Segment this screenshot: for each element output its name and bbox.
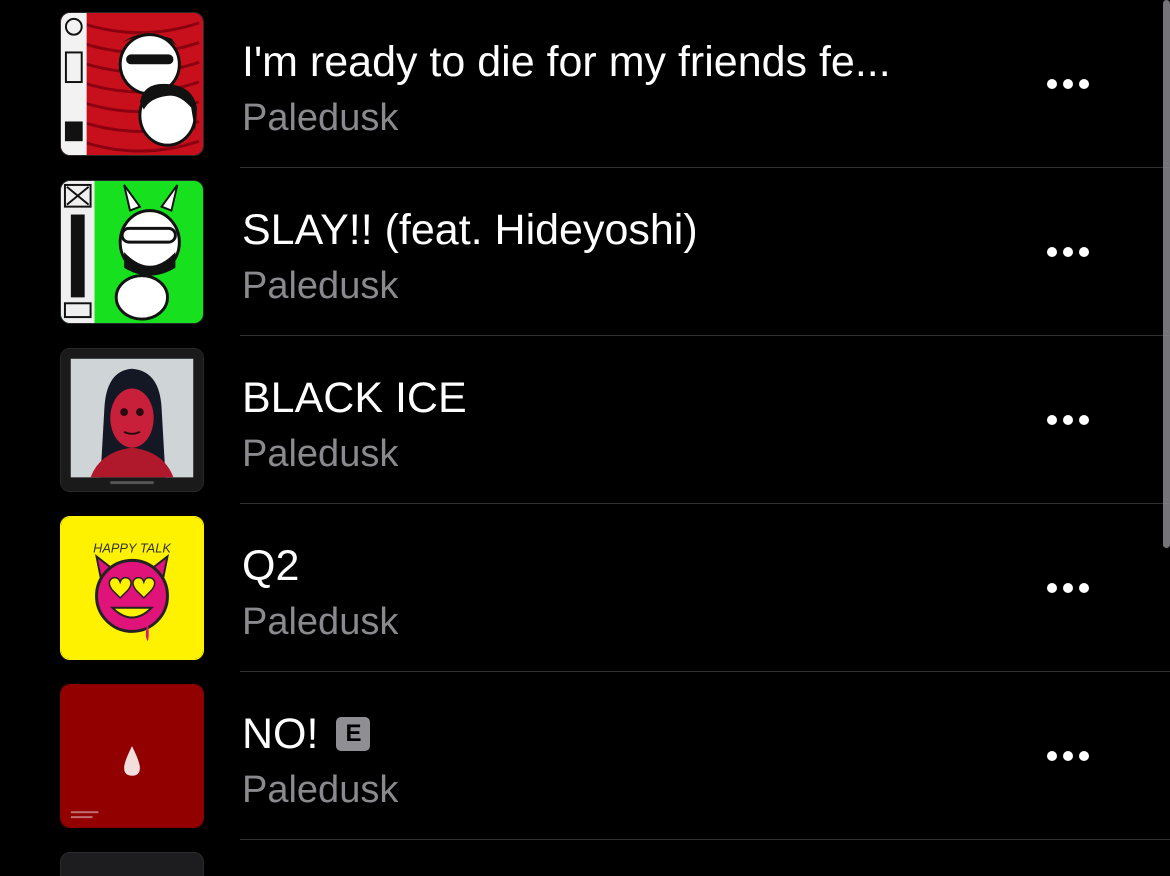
album-artwork-partial[interactable] xyxy=(60,852,204,876)
album-artwork xyxy=(60,180,204,324)
album-artwork xyxy=(60,684,204,828)
album-artwork xyxy=(60,12,204,156)
song-title-line: I'm ready to die for my friends fe... xyxy=(242,38,990,86)
album-artwork: HAPPY TALK xyxy=(60,516,204,660)
explicit-badge: E xyxy=(336,717,371,751)
red-sticker-art xyxy=(61,13,203,155)
song-title: BLACK ICE xyxy=(242,374,467,422)
song-artist[interactable]: Paledusk xyxy=(242,96,398,140)
song-artist[interactable]: Paledusk xyxy=(242,432,398,476)
song-title: I'm ready to die for my friends fe... xyxy=(242,38,891,86)
song-row[interactable]: SLAY!! (feat. Hideyoshi) Paledusk xyxy=(0,168,1170,336)
green-paledusk-art xyxy=(61,181,203,323)
album-artwork xyxy=(60,348,204,492)
ellipsis-icon[interactable] xyxy=(1036,738,1100,774)
song-artist[interactable]: Paledusk xyxy=(242,768,398,812)
song-row[interactable]: HAPPY TALK Q2 Paledusk xyxy=(0,504,1170,672)
scroll-indicator[interactable] xyxy=(1163,0,1170,548)
song-title-line: SLAY!! (feat. Hideyoshi) xyxy=(242,206,990,254)
song-row[interactable]: NO! E Paledusk xyxy=(0,672,1170,840)
ellipsis-icon[interactable] xyxy=(1036,66,1100,102)
song-title: Q2 xyxy=(242,542,300,590)
song-title: SLAY!! (feat. Hideyoshi) xyxy=(242,206,698,254)
yellow-happy-talk-art: HAPPY TALK xyxy=(61,517,203,659)
row-separator xyxy=(240,839,1170,840)
song-list: I'm ready to die for my friends fe... Pa… xyxy=(0,0,1170,876)
song-title: NO! xyxy=(242,710,319,758)
ellipsis-icon[interactable] xyxy=(1036,234,1100,270)
song-title-line: Q2 xyxy=(242,542,990,590)
red-face-painting-art xyxy=(61,349,203,491)
song-row[interactable]: I'm ready to die for my friends fe... Pa… xyxy=(0,0,1170,168)
dark-red-drop-art xyxy=(61,685,203,827)
ellipsis-icon[interactable] xyxy=(1036,402,1100,438)
ellipsis-icon[interactable] xyxy=(1036,570,1100,606)
song-artist[interactable]: Paledusk xyxy=(242,264,398,308)
song-title-line: NO! E xyxy=(242,710,990,758)
song-title-line: BLACK ICE xyxy=(242,374,990,422)
song-artist[interactable]: Paledusk xyxy=(242,600,398,644)
song-row[interactable]: BLACK ICE Paledusk xyxy=(0,336,1170,504)
artwork-text: HAPPY TALK xyxy=(93,541,171,556)
